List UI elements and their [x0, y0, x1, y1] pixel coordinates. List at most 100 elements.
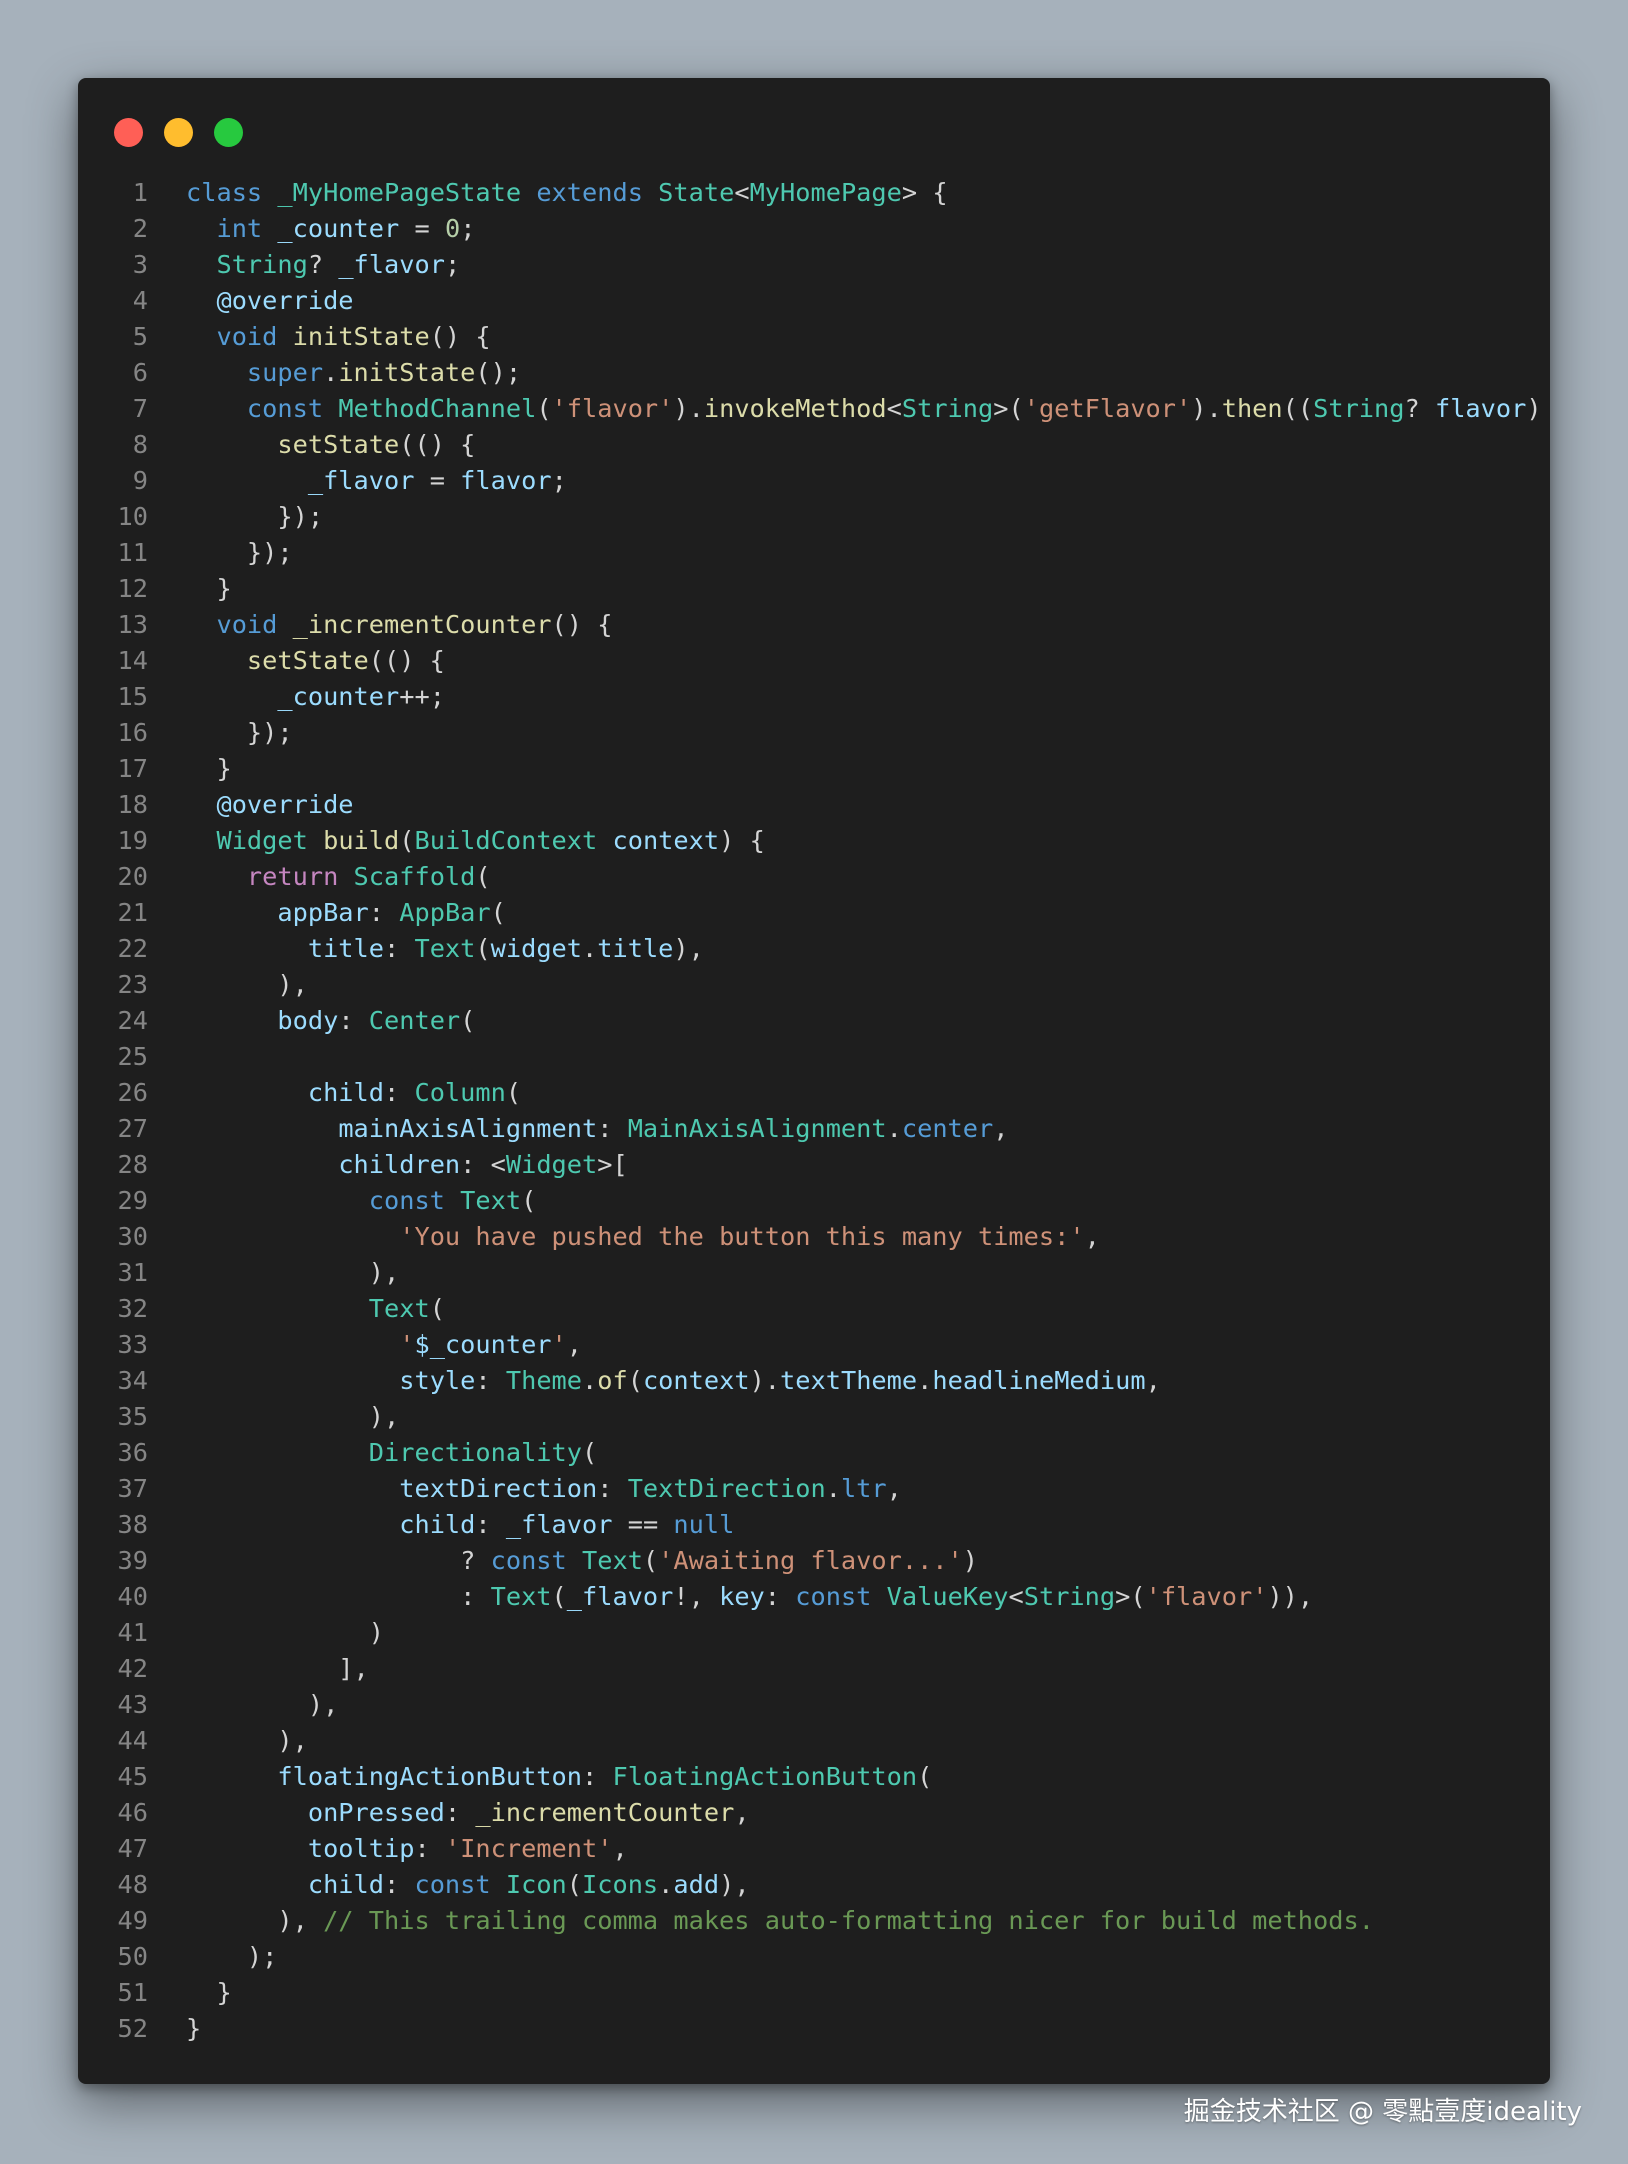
code-line: 38 child: _flavor == null	[78, 1507, 1550, 1543]
line-number: 35	[117, 1402, 148, 1431]
line-number: 50	[117, 1942, 148, 1971]
code-line: 28 children: <Widget>[	[78, 1147, 1550, 1183]
code-line: 27 mainAxisAlignment: MainAxisAlignment.…	[78, 1111, 1550, 1147]
code-line: 30 'You have pushed the button this many…	[78, 1219, 1550, 1255]
code-line: 19 Widget build(BuildContext context) {	[78, 823, 1550, 859]
line-number: 17	[117, 754, 148, 783]
code-line: 41 )	[78, 1615, 1550, 1651]
code-line: 31 ),	[78, 1255, 1550, 1291]
line-number: 51	[117, 1978, 148, 2007]
line-number: 2	[132, 214, 148, 243]
line-number: 41	[117, 1618, 148, 1647]
code-line: 24 body: Center(	[78, 1003, 1550, 1039]
line-number: 3	[132, 250, 148, 279]
line-number: 39	[117, 1546, 148, 1575]
line-number: 11	[117, 538, 148, 567]
line-number: 27	[117, 1114, 148, 1143]
line-number: 1	[132, 178, 148, 207]
line-number: 28	[117, 1150, 148, 1179]
line-number: 15	[117, 682, 148, 711]
code-line: 14 setState(() {	[78, 643, 1550, 679]
line-number: 37	[117, 1474, 148, 1503]
code-line: 39 ? const Text('Awaiting flavor...')	[78, 1543, 1550, 1579]
line-number: 52	[117, 2014, 148, 2043]
line-number: 34	[117, 1366, 148, 1395]
line-number: 5	[132, 322, 148, 351]
line-number: 19	[117, 826, 148, 855]
code-line: 11 });	[78, 535, 1550, 571]
line-number: 29	[117, 1186, 148, 1215]
code-line: 44 ),	[78, 1723, 1550, 1759]
code-line: 18 @override	[78, 787, 1550, 823]
code-line: 32 Text(	[78, 1291, 1550, 1327]
code-line: 16 });	[78, 715, 1550, 751]
code-line: 25	[78, 1039, 1550, 1075]
line-number: 25	[117, 1042, 148, 1071]
line-number: 22	[117, 934, 148, 963]
close-button[interactable]	[114, 118, 143, 147]
code-line: 29 const Text(	[78, 1183, 1550, 1219]
line-number: 18	[117, 790, 148, 819]
line-number: 47	[117, 1834, 148, 1863]
code-line: 43 ),	[78, 1687, 1550, 1723]
maximize-button[interactable]	[214, 118, 243, 147]
code-line: 26 child: Column(	[78, 1075, 1550, 1111]
code-line: 49 ), // This trailing comma makes auto-…	[78, 1903, 1550, 1939]
code-line: 48 child: const Icon(Icons.add),	[78, 1867, 1550, 1903]
line-number: 23	[117, 970, 148, 999]
line-number: 26	[117, 1078, 148, 1107]
line-number: 8	[132, 430, 148, 459]
line-number: 36	[117, 1438, 148, 1467]
code-line: 23 ),	[78, 967, 1550, 1003]
code-line: 17 }	[78, 751, 1550, 787]
code-line: 40 : Text(_flavor!, key: const ValueKey<…	[78, 1579, 1550, 1615]
line-number: 13	[117, 610, 148, 639]
code-line: 52}	[78, 2011, 1550, 2047]
line-number: 48	[117, 1870, 148, 1899]
line-number: 24	[117, 1006, 148, 1035]
code-line: 8 setState(() {	[78, 427, 1550, 463]
line-number: 45	[117, 1762, 148, 1791]
line-number: 30	[117, 1222, 148, 1251]
code-line: 22 title: Text(widget.title),	[78, 931, 1550, 967]
code-window: 1 class _MyHomePageState extends State<My…	[78, 78, 1550, 2084]
code-line: 45 floatingActionButton: FloatingActionB…	[78, 1759, 1550, 1795]
code-line: 51 }	[78, 1975, 1550, 2011]
code-line: 15 _counter++;	[78, 679, 1550, 715]
line-number: 49	[117, 1906, 148, 1935]
code-line: 33 '$_counter',	[78, 1327, 1550, 1363]
minimize-button[interactable]	[164, 118, 193, 147]
code-line: 9 _flavor = flavor;	[78, 463, 1550, 499]
code-editor: 1 class _MyHomePageState extends State<My…	[78, 175, 1550, 2047]
line-number: 20	[117, 862, 148, 891]
code-line: 21 appBar: AppBar(	[78, 895, 1550, 931]
code-line: 42 ],	[78, 1651, 1550, 1687]
code-line: 12 }	[78, 571, 1550, 607]
line-number: 32	[117, 1294, 148, 1323]
line-number: 33	[117, 1330, 148, 1359]
code-line: 47 tooltip: 'Increment',	[78, 1831, 1550, 1867]
line-number: 16	[117, 718, 148, 747]
code-line: 13 void _incrementCounter() {	[78, 607, 1550, 643]
line-number: 31	[117, 1258, 148, 1287]
line-number: 7	[132, 394, 148, 423]
line-number: 21	[117, 898, 148, 927]
code-line: 6 super.initState();	[78, 355, 1550, 391]
line-number: 14	[117, 646, 148, 675]
code-line: 4 @override	[78, 283, 1550, 319]
line-number: 10	[117, 502, 148, 531]
line-number: 42	[117, 1654, 148, 1683]
line-number: 12	[117, 574, 148, 603]
line-number: 46	[117, 1798, 148, 1827]
code-line: 1 class _MyHomePageState extends State<My…	[78, 175, 1550, 211]
code-line: 34 style: Theme.of(context).textTheme.he…	[78, 1363, 1550, 1399]
code-line: 5 void initState() {	[78, 319, 1550, 355]
line-number: 9	[132, 466, 148, 495]
line-number: 38	[117, 1510, 148, 1539]
line-number: 40	[117, 1582, 148, 1611]
code-line: 46 onPressed: _incrementCounter,	[78, 1795, 1550, 1831]
line-number: 43	[117, 1690, 148, 1719]
code-line: 36 Directionality(	[78, 1435, 1550, 1471]
code-line: 7 const MethodChannel('flavor').invokeMe…	[78, 391, 1550, 427]
code-line: 3 String? _flavor;	[78, 247, 1550, 283]
